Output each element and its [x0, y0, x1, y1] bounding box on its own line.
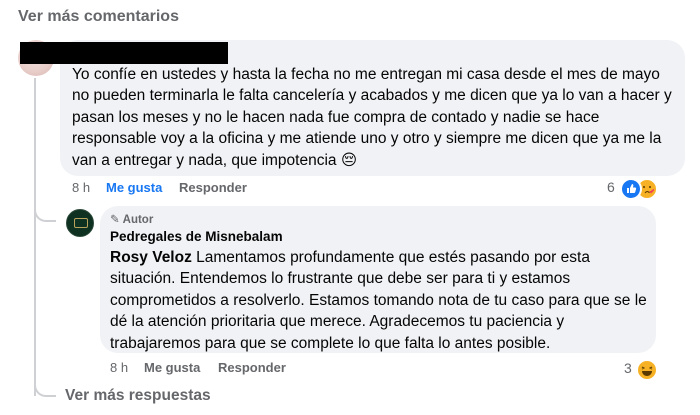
- comment-reply-button[interactable]: Responder: [179, 180, 247, 195]
- reply-timestamp[interactable]: 8 h: [110, 360, 128, 375]
- reply-reply-button[interactable]: Responder: [218, 360, 286, 375]
- like-reaction-icon[interactable]: [620, 178, 642, 200]
- author-badge: ✎ Autor: [110, 214, 154, 226]
- reply-like-button[interactable]: Me gusta: [144, 360, 200, 375]
- comment-reaction-count[interactable]: 6: [607, 179, 615, 195]
- reply-text: Rosy Veloz Lamentamos profundamente que …: [110, 247, 650, 354]
- thread-line: [34, 78, 36, 396]
- pencil-icon: ✎: [110, 214, 120, 226]
- tagged-user[interactable]: Rosy Veloz: [110, 249, 192, 266]
- more-replies-connector: [34, 370, 56, 397]
- redacted-commenter-name: [20, 42, 228, 64]
- see-more-replies-link[interactable]: Ver más respuestas: [65, 387, 211, 405]
- haha-reaction-icon[interactable]: [636, 359, 658, 381]
- page-logo-icon: [74, 218, 88, 228]
- comment-timestamp[interactable]: 8 h: [72, 180, 90, 195]
- reply-author-name[interactable]: Pedregales de Misnebalam: [110, 229, 283, 244]
- comment-like-button[interactable]: Me gusta: [106, 180, 162, 195]
- reply-reaction-count[interactable]: 3: [624, 360, 632, 376]
- reply-connector: [34, 178, 56, 222]
- see-more-comments-link[interactable]: Ver más comentarios: [18, 8, 179, 26]
- comment-text: Yo confíe en ustedes y hasta la fecha no…: [72, 66, 672, 169]
